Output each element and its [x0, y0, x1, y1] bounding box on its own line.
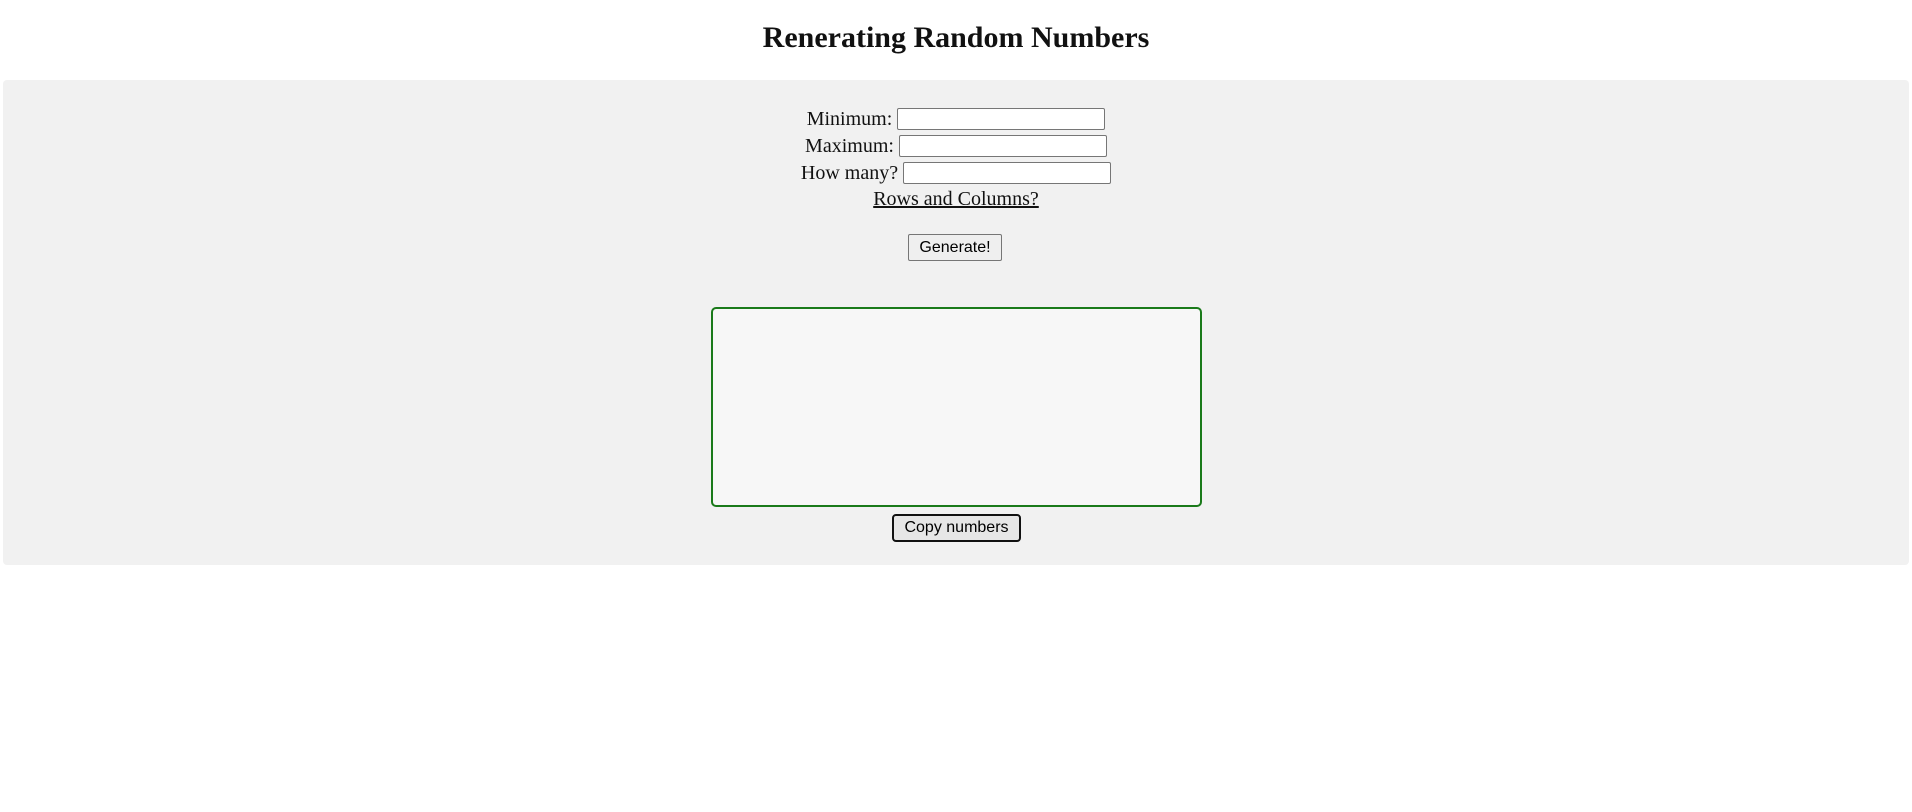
rows-and-columns-link[interactable]: Rows and Columns?: [873, 186, 1039, 212]
minimum-label: Minimum:: [806, 107, 893, 130]
minimum-input[interactable]: [897, 108, 1106, 131]
copy-numbers-button[interactable]: Copy numbers: [892, 514, 1021, 542]
how-many-row: How many?: [3, 159, 1909, 186]
how-many-label: How many?: [800, 161, 899, 184]
maximum-input[interactable]: [898, 135, 1107, 158]
minimum-row: Minimum:: [3, 105, 1909, 132]
page-title: Renerating Random Numbers: [762, 21, 1150, 54]
how-many-input[interactable]: [903, 162, 1112, 185]
maximum-row: Maximum:: [3, 132, 1909, 159]
generate-button[interactable]: Generate!: [908, 234, 1002, 261]
numbers-output-textarea[interactable]: [711, 307, 1202, 507]
number-range-form: Minimum: Maximum: How many? Rows and Col…: [3, 105, 1909, 212]
maximum-label: Maximum:: [805, 134, 894, 157]
generator-panel: Minimum: Maximum: How many? Rows and Col…: [3, 80, 1909, 565]
